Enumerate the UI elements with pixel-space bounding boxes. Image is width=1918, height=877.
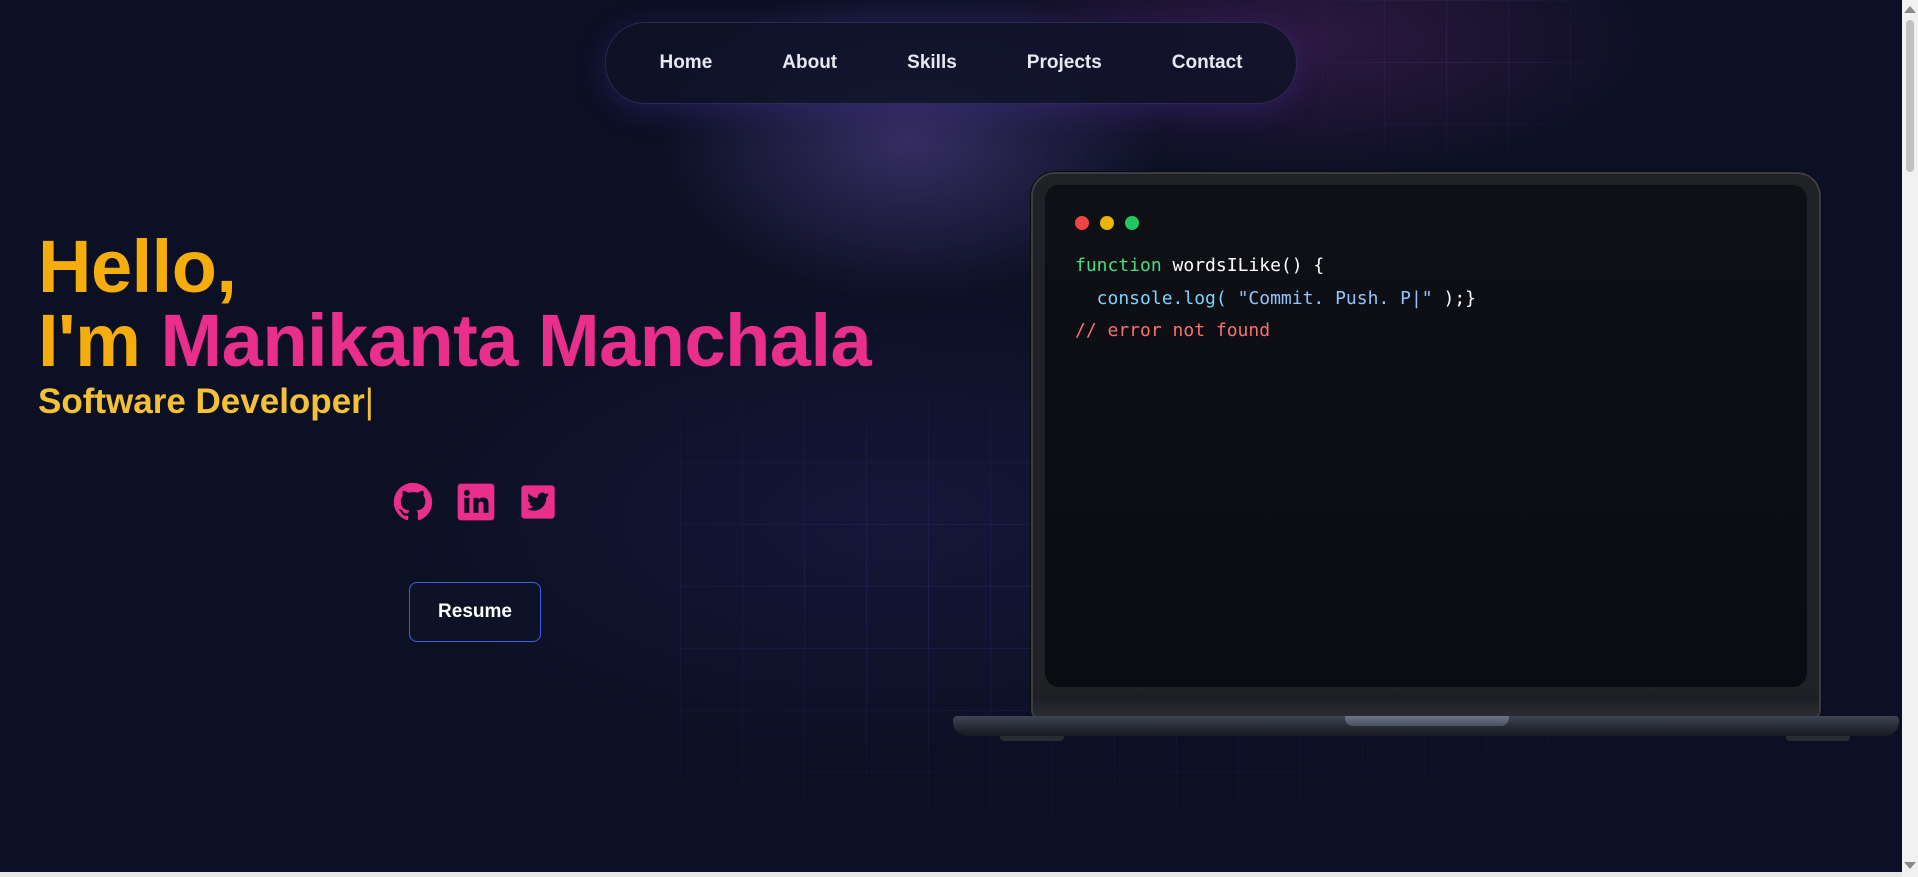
hero-intro: I'm Manikanta Manchala (38, 299, 872, 382)
window-maximize-dot (1125, 216, 1139, 230)
scroll-down-arrow-icon[interactable] (1904, 862, 1916, 869)
window-minimize-dot (1100, 216, 1114, 230)
typing-cursor: | (364, 382, 374, 421)
scrollbar-thumb[interactable] (1906, 20, 1914, 172)
scroll-up-arrow-icon[interactable] (1904, 6, 1916, 13)
code-closing: );} (1432, 288, 1476, 309)
top-navigation: Home About Skills Projects Contact (605, 22, 1297, 104)
hero-im-prefix: I'm (38, 299, 161, 382)
code-console-call: console.log( (1075, 288, 1238, 309)
horizontal-scrollbar (0, 872, 1902, 877)
github-link[interactable] (393, 482, 433, 522)
background-grid-top (1260, 0, 1640, 180)
laptop-notch (1345, 716, 1509, 726)
code-line-3: // error not found (1075, 319, 1270, 343)
hero-role: Software Developer| (38, 380, 374, 424)
page: Home About Skills Projects Contact Hello… (0, 0, 1918, 877)
laptop-foot-right (1786, 736, 1850, 741)
linkedin-link[interactable] (456, 482, 496, 522)
nav-contact[interactable]: Contact (1137, 23, 1278, 103)
hero-greeting: Hello, (38, 225, 237, 308)
window-close-dot (1075, 216, 1089, 230)
twitter-link[interactable] (518, 482, 558, 522)
laptop-foot-left (1000, 736, 1064, 741)
code-comment: // error not found (1075, 320, 1271, 341)
nav-about[interactable]: About (747, 23, 872, 103)
nav-home[interactable]: Home (624, 23, 747, 103)
twitter-icon (518, 482, 558, 522)
nav-skills[interactable]: Skills (872, 23, 992, 103)
resume-button[interactable]: Resume (409, 582, 541, 642)
code-keyword: function (1075, 255, 1173, 276)
hero-role-text: Software Developer (38, 382, 365, 421)
hero-name: Manikanta Manchala (160, 299, 872, 382)
laptop-hinge (1033, 695, 1819, 717)
code-line-1: function wordsILike() { (1075, 254, 1324, 278)
code-string: "Commit. Push. P|" (1237, 288, 1433, 309)
github-icon (393, 482, 433, 522)
nav-projects[interactable]: Projects (992, 23, 1137, 103)
code-function-name: wordsILike() { (1172, 255, 1325, 276)
code-line-2: console.log( "Commit. Push. P|" );} (1075, 287, 1476, 311)
linkedin-icon (456, 482, 496, 522)
